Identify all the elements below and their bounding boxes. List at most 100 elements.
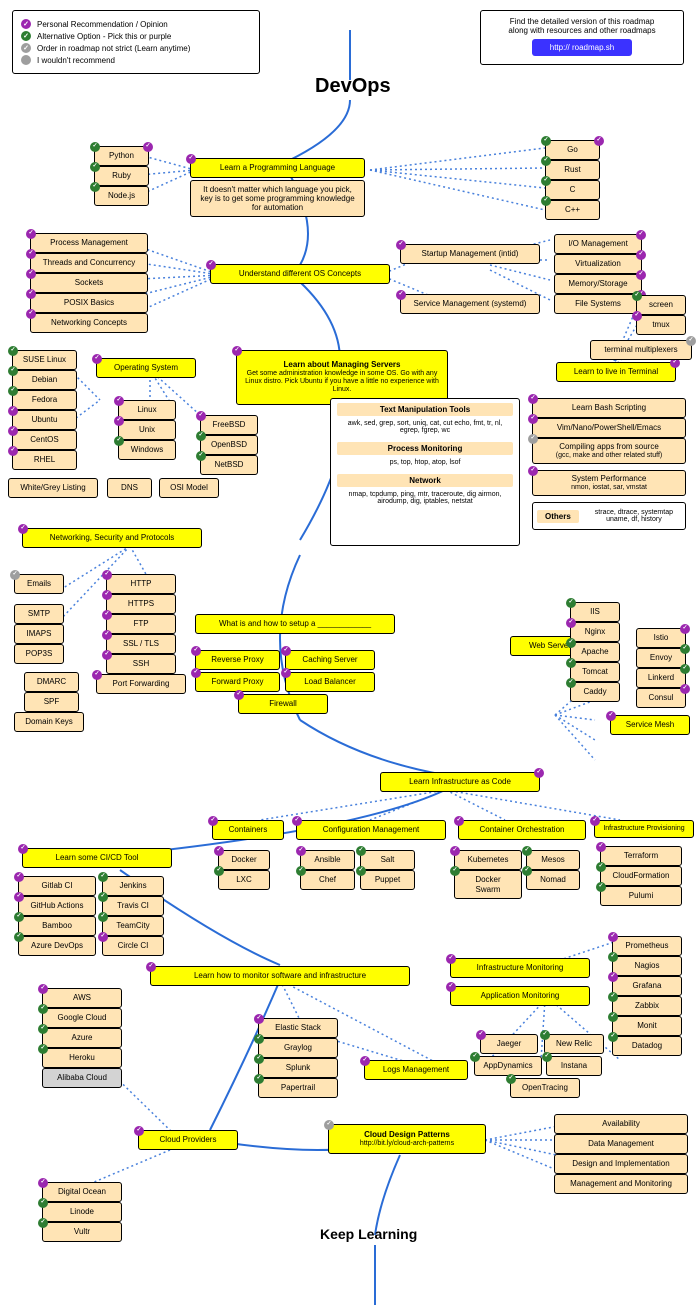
iac-tf: Terraform: [600, 846, 682, 866]
cicd-travis: Travis CI: [102, 896, 164, 916]
cicd-azdo: Azure DevOps: [18, 936, 96, 956]
monitor-heading: Learn how to monitor software and infras…: [150, 966, 410, 986]
monitor-infra: Infrastructure Monitoring: [450, 958, 590, 978]
lang-python: Python: [94, 146, 149, 166]
monitor-instana: Instana: [546, 1056, 602, 1076]
monitor-jaeger: Jaeger: [480, 1034, 538, 1054]
monitor-zabbix: Zabbix: [612, 996, 682, 1016]
terminal-bash: Learn Bash Scripting: [532, 398, 686, 418]
iac-prov: Infrastructure Provisioning: [594, 820, 694, 838]
os-sockets: Sockets: [30, 273, 148, 293]
os-proc: Process Management: [30, 233, 148, 253]
cicd-teamcity: TeamCity: [102, 916, 164, 936]
monitor-app: Application Monitoring: [450, 986, 590, 1006]
setup-fwdproxy: Forward Proxy: [195, 672, 280, 692]
os-fs: File Systems: [554, 294, 642, 314]
legend-purple: Personal Recommendation / Opinion: [37, 20, 168, 29]
purple-check-icon: [21, 19, 31, 29]
patterns-avail: Availability: [554, 1114, 688, 1134]
monitor-appd: AppDynamics: [474, 1056, 542, 1076]
grey-check-icon: [21, 43, 31, 53]
monitor-nagios: Nagios: [612, 956, 682, 976]
iac-orch: Container Orchestration: [458, 820, 586, 840]
monitor-monit: Monit: [612, 1016, 682, 1036]
net-smtp: SMTP: [14, 604, 64, 624]
grey-dot-icon: [21, 55, 31, 65]
web-consul: Consul: [636, 688, 686, 708]
web-caddy: Caddy: [570, 682, 620, 702]
monitor-newrelic: New Relic: [544, 1034, 604, 1054]
iac-heading: Learn Infrastructure as Code: [380, 772, 540, 792]
setup-revproxy: Reverse Proxy: [195, 650, 280, 670]
iac-salt: Salt: [360, 850, 415, 870]
cloud-linode: Linode: [42, 1202, 122, 1222]
os-service: Service Management (systemd): [400, 294, 540, 314]
net-dns: DNS: [107, 478, 152, 498]
os-posix: POSIX Basics: [30, 293, 148, 313]
legend-grey-no: I wouldn't recommend: [37, 56, 115, 65]
terminal-perf: System Performancenmon, iostat, sar, vms…: [532, 470, 686, 496]
web-nginx: Nginx: [570, 622, 620, 642]
iac-puppet: Puppet: [360, 870, 415, 890]
net-ssh: SSH: [106, 654, 176, 674]
servers-heading: Learn about Managing Servers Get some ad…: [236, 350, 448, 405]
patterns-heading: Cloud Design Patterns http://bit.ly/clou…: [328, 1124, 486, 1154]
monitor-datadog: Datadog: [612, 1036, 682, 1056]
servers-centos: CentOS: [12, 430, 77, 450]
net-portfwd: Port Forwarding: [96, 674, 186, 694]
lang-cpp: C++: [545, 200, 600, 220]
servers-openbsd: OpenBSD: [200, 435, 258, 455]
cloud-aws: AWS: [42, 988, 122, 1008]
servers-rhel: RHEL: [12, 450, 77, 470]
terminal-editors: Vim/Nano/PowerShell/Emacs: [532, 418, 686, 438]
web-linkerd: Linkerd: [636, 668, 686, 688]
os-startup: Startup Management (intid): [400, 244, 540, 264]
servers-linux: Linux: [118, 400, 176, 420]
iac-cf: CloudFormation: [600, 866, 682, 886]
legend-box: Personal Recommendation / Opinion Altern…: [12, 10, 260, 74]
setup-lb: Load Balancer: [285, 672, 375, 692]
monitor-graylog: Graylog: [258, 1038, 338, 1058]
cloud-do: Digital Ocean: [42, 1182, 122, 1202]
cicd-jenkins: Jenkins: [102, 876, 164, 896]
web-envoy: Envoy: [636, 648, 686, 668]
net-emails: Emails: [14, 574, 64, 594]
monitor-prometheus: Prometheus: [612, 936, 682, 956]
web-apache: Apache: [570, 642, 620, 662]
page-title: DevOps: [315, 75, 391, 98]
roadmap-link[interactable]: http:// roadmap.sh: [532, 39, 632, 56]
terminal-screen: screen: [636, 295, 686, 315]
net-ftp: FTP: [106, 614, 176, 634]
iac-mesos: Mesos: [526, 850, 580, 870]
cloud-alibaba: Alibaba Cloud: [42, 1068, 122, 1088]
web-mesh: Service Mesh: [610, 715, 690, 735]
legend-grey-order: Order in roadmap not strict (Learn anyti…: [37, 44, 190, 53]
net-imaps: IMAPS: [14, 624, 64, 644]
iac-chef: Chef: [300, 870, 355, 890]
setup-heading: What is and how to setup a ____________: [195, 614, 395, 634]
servers-ubuntu: Ubuntu: [12, 410, 77, 430]
cicd-gha: GitHub Actions: [18, 896, 96, 916]
os-threads: Threads and Concurrency: [30, 253, 148, 273]
terminal-tmux: tmux: [636, 315, 686, 335]
iac-cm: Configuration Management: [296, 820, 446, 840]
cicd-gitlab: Gitlab CI: [18, 876, 96, 896]
os-heading: Understand different OS Concepts: [210, 264, 390, 284]
keep-learning: Keep Learning: [320, 1226, 417, 1242]
monitor-papertrail: Papertrail: [258, 1078, 338, 1098]
net-spf: SPF: [24, 692, 79, 712]
lang-go: Go: [545, 140, 600, 160]
web-iis: IIS: [570, 602, 620, 622]
os-virt: Virtualization: [554, 254, 642, 274]
cloud-vultr: Vultr: [42, 1222, 122, 1242]
cloud-heading: Cloud Providers: [138, 1130, 238, 1150]
green-check-icon: [21, 31, 31, 41]
servers-os: Operating System: [96, 358, 196, 378]
os-io: I/O Management: [554, 234, 642, 254]
lang-rust: Rust: [545, 160, 600, 180]
terminal-heading: Learn to live in Terminal: [556, 362, 676, 382]
net-http: HTTP: [106, 574, 176, 594]
iac-lxc: LXC: [218, 870, 270, 890]
iac-ansible: Ansible: [300, 850, 355, 870]
lang-c: C: [545, 180, 600, 200]
